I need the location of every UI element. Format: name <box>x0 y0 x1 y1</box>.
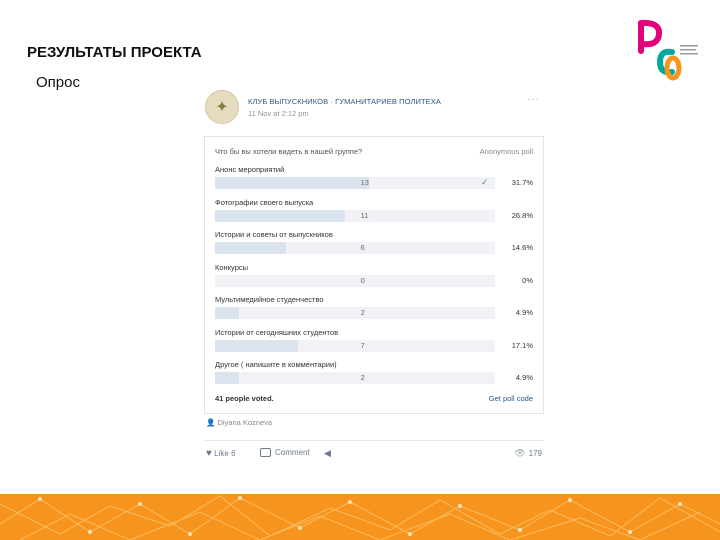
poll-option-percent: 0% <box>522 275 533 285</box>
eye-icon: 👁 <box>514 448 526 458</box>
poll-bar-fill <box>215 307 239 319</box>
post-header: ✦ КЛУБ ВЫПУСКНИКОВ · ГУМАНИТАРИЕВ ПОЛИТЕ… <box>205 88 545 124</box>
like-count: 6 <box>231 449 236 458</box>
like-button[interactable]: ♥ Like 6 <box>206 448 236 459</box>
poll-option[interactable]: Анонс мероприятий 13 ✓ 31.7% <box>215 165 533 195</box>
divider <box>204 440 544 441</box>
poll-option-percent: 31.7% <box>511 178 533 187</box>
poll-option-label: Мультимедийное студенчество <box>215 295 324 304</box>
poll-option-count: 2 <box>360 308 365 317</box>
poll-option-percent: 4.9% <box>515 308 533 317</box>
poll-bar-track: 11 <box>215 209 495 222</box>
poll-option[interactable]: Конкурсы 0 0% <box>215 263 533 293</box>
views-counter: 👁 179 <box>514 448 542 459</box>
comment-label: Comment <box>275 448 310 457</box>
group-name-link[interactable]: КЛУБ ВЫПУСКНИКОВ · ГУМАНИТАРИЕВ ПОЛИТЕХА <box>248 97 441 106</box>
poll-option-count: 6 <box>360 243 365 252</box>
author-name[interactable]: Diyana Kozneva <box>217 418 272 427</box>
poll-type: Anonymous poll <box>479 147 533 156</box>
views-count: 179 <box>528 449 542 458</box>
poll-option-count: 7 <box>360 340 365 350</box>
post-author[interactable]: 👤 Diyana Kozneva <box>206 418 272 427</box>
poll-option-percent: 17.1% <box>511 340 533 350</box>
poll-bar-track: 2 <box>215 372 495 384</box>
poll-bar-track: 2 <box>215 307 495 319</box>
poll-bar-fill <box>215 177 369 189</box>
author-icon: 👤 <box>206 418 218 427</box>
poll-option-count: 0 <box>360 275 365 285</box>
slide-subtitle: Опрос <box>36 74 80 91</box>
poll-option[interactable]: Другое ( напишите в комментарии) 2 4.9% <box>215 360 533 390</box>
poll-option-label: Анонс мероприятий <box>215 165 285 174</box>
poll-option-percent: 14.6% <box>511 243 533 252</box>
share-button[interactable]: ◀ <box>324 448 331 459</box>
poll-option-label: Другое ( напишите в комментарии) <box>215 360 337 369</box>
poll-option-count: 13 <box>360 178 369 187</box>
poll-option[interactable]: Фотографии своего выпуска 11 26.8% <box>215 198 533 228</box>
poll-bar-track: 7 <box>215 339 495 352</box>
like-label: Like <box>214 449 229 458</box>
poll-option[interactable]: Истории и советы от выпускников 6 14.6% <box>215 230 533 260</box>
comment-icon <box>260 448 271 458</box>
poll-option-label: Фотографии своего выпуска <box>215 197 314 207</box>
poll-bar-fill <box>215 372 239 384</box>
poll-option-count: 2 <box>360 373 365 382</box>
poll-bar-track: 6 <box>215 242 495 254</box>
poll-option-label: Конкурсы <box>215 262 249 272</box>
rso-logo <box>638 19 698 81</box>
poll: Что бы вы хотели видеть в нашей группе? … <box>204 136 544 414</box>
poll-option-count: 11 <box>360 210 369 220</box>
poll-bar-fill <box>215 242 286 254</box>
poll-bar-track: 13 ✓ <box>215 177 495 189</box>
poll-option-label: Истории и советы от выпускников <box>215 230 333 239</box>
footer-band <box>0 494 720 540</box>
poll-question: Что бы вы хотели видеть в нашей группе? <box>215 147 363 156</box>
get-poll-code-link[interactable]: Get poll code <box>489 394 533 403</box>
post-date[interactable]: 11 Nov at 2:12 pm <box>248 109 309 118</box>
post-actions: ♥ Like 6 Comment ◀ 👁 179 <box>204 448 544 462</box>
poll-option-percent: 26.8% <box>511 210 533 220</box>
vk-post: ✦ КЛУБ ВЫПУСКНИКОВ · ГУМАНИТАРИЕВ ПОЛИТЕ… <box>200 86 550 466</box>
comment-button[interactable]: Comment <box>260 448 310 458</box>
slide-title: РЕЗУЛЬТАТЫ ПРОЕКТА <box>27 44 202 61</box>
check-icon: ✓ <box>481 177 489 187</box>
poll-option-label: Истории от сегодняшних студентов <box>215 327 339 337</box>
poll-voted-count: 41 people voted. <box>215 394 274 403</box>
heart-icon: ♥ <box>206 448 212 459</box>
poll-bar-track: 0 <box>215 274 495 287</box>
poll-option[interactable]: Мультимедийное студенчество 2 4.9% <box>215 295 533 325</box>
more-icon[interactable]: ··· <box>527 94 540 105</box>
group-avatar[interactable]: ✦ <box>205 90 239 124</box>
poll-bar-fill <box>215 209 345 222</box>
share-icon: ◀ <box>324 448 331 458</box>
poll-bar-fill <box>215 339 298 352</box>
poll-option[interactable]: Истории от сегодняшних студентов 7 17.1% <box>215 328 533 358</box>
poll-option-percent: 4.9% <box>515 373 533 382</box>
